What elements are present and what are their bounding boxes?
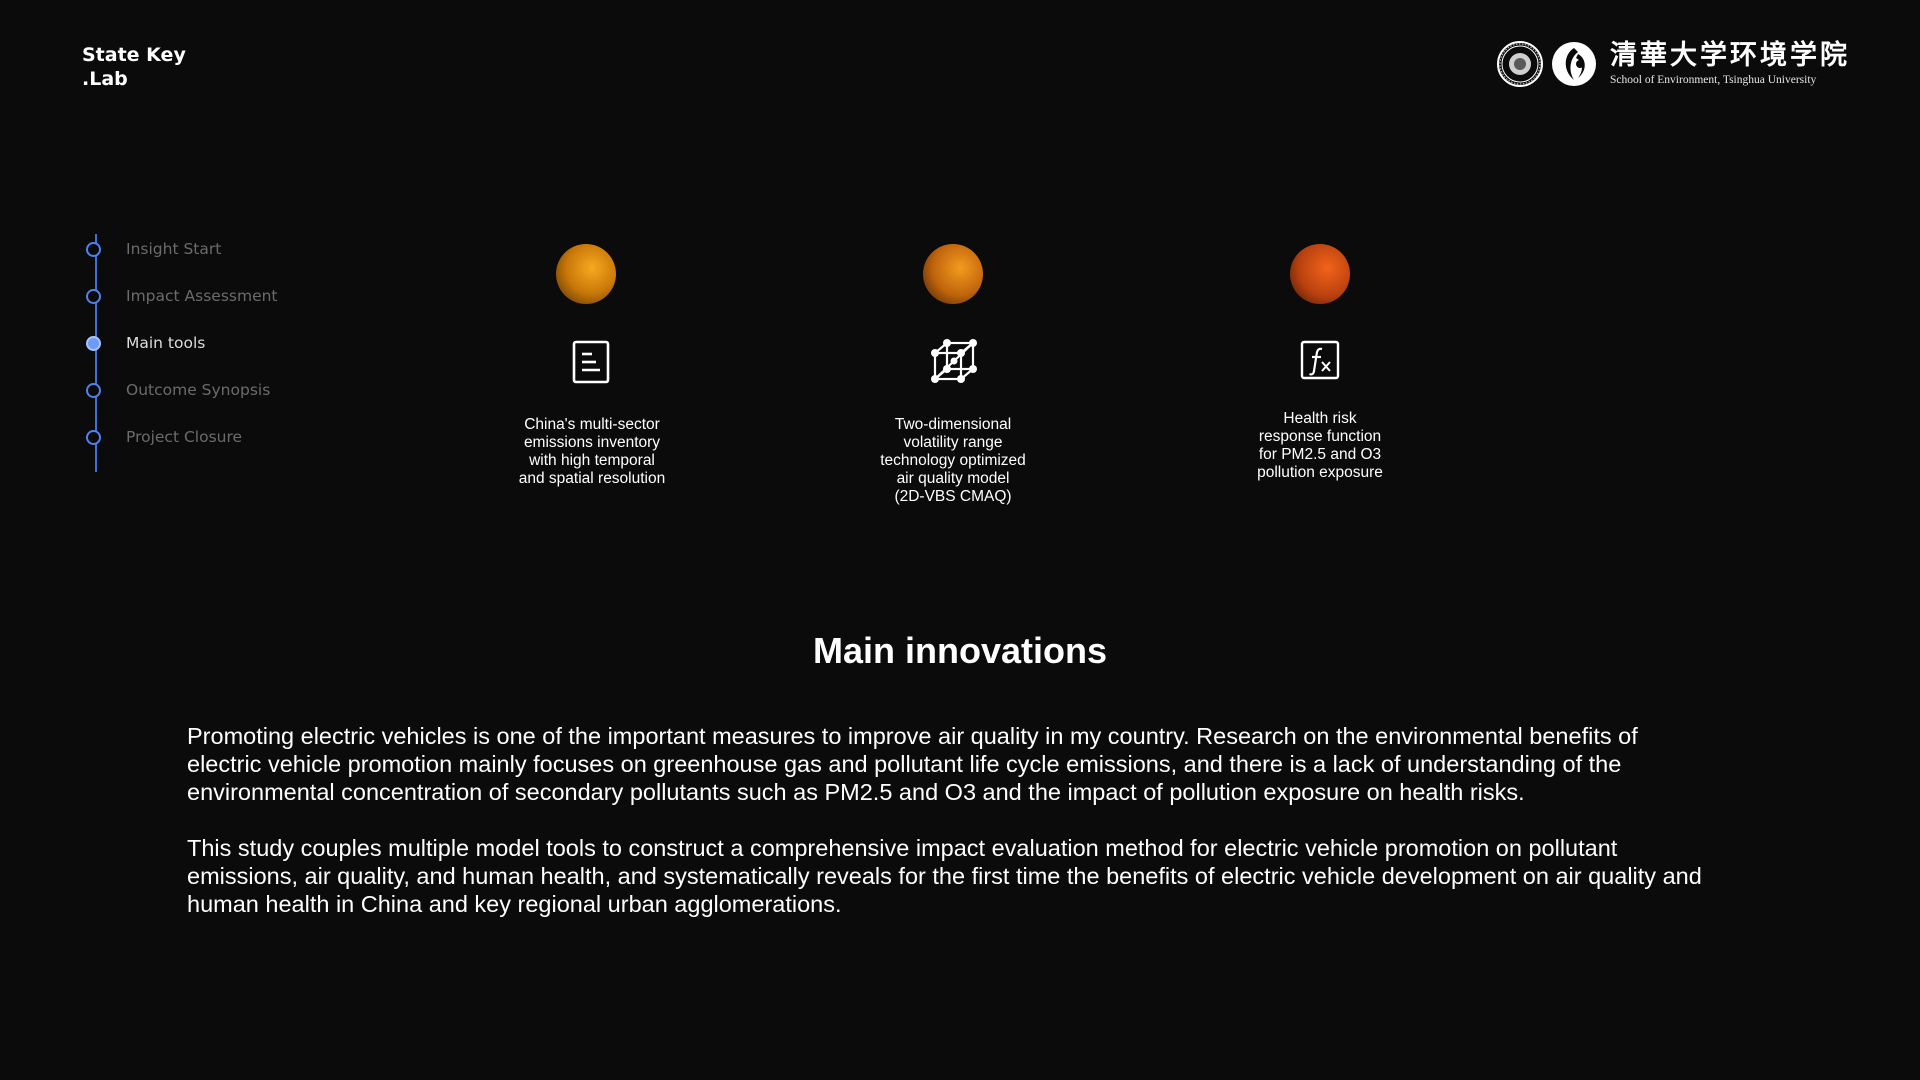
timeline-item-insight-start[interactable]: Insight Start xyxy=(86,234,221,264)
timeline-dot-icon xyxy=(86,382,101,398)
timeline-label: Main tools xyxy=(126,334,206,352)
network-cube-icon xyxy=(931,339,977,383)
paragraph-2: This study couples multiple model tools … xyxy=(187,835,1702,917)
timeline-label: Outcome Synopsis xyxy=(126,381,271,399)
university-logo: 清華大学环境学院 School of Environment, Tsinghua… xyxy=(1496,40,1850,88)
brand-logo: State Key .Lab xyxy=(82,43,186,91)
timeline-item-main-tools[interactable]: Main tools xyxy=(86,328,205,358)
logo-text: 清華大学环境学院 School of Environment, Tsinghua… xyxy=(1610,41,1850,87)
brand-line-2: .Lab xyxy=(82,68,128,90)
timeline-label: Impact Assessment xyxy=(126,287,278,305)
tool-description: Health risk response function for PM2.5 … xyxy=(1257,410,1383,481)
tool-orb xyxy=(923,244,983,304)
function-icon xyxy=(1300,340,1340,380)
tool-description: China's multi-sector emissions inventory… xyxy=(518,416,666,487)
timeline-label: Insight Start xyxy=(126,240,222,258)
tool-description: Two-dimensional volatility range technol… xyxy=(880,416,1026,505)
paragraph-1: Promoting electric vehicles is one of th… xyxy=(187,723,1638,805)
tool-orb xyxy=(1290,244,1350,304)
timeline-dot-active-icon xyxy=(86,335,101,351)
timeline-dot-icon xyxy=(86,288,101,304)
timeline-item-project-closure[interactable]: Project Closure xyxy=(86,422,242,452)
section-timeline: Insight Start Impact Assessment Main too… xyxy=(86,234,386,474)
document-icon xyxy=(572,340,610,384)
timeline-dot-icon xyxy=(86,241,101,257)
timeline-item-impact-assessment[interactable]: Impact Assessment xyxy=(86,281,278,311)
slide: State Key .Lab 清華大学环境学院 School of Enviro… xyxy=(0,0,1920,1080)
logo-name-en: School of Environment, Tsinghua Universi… xyxy=(1610,74,1817,86)
university-seal-icon xyxy=(1497,41,1543,87)
timeline-item-outcome-synopsis[interactable]: Outcome Synopsis xyxy=(86,375,270,405)
section-title: Main innovations xyxy=(812,630,1107,671)
timeline-label: Project Closure xyxy=(126,428,243,446)
school-emblem-icon xyxy=(1552,42,1596,86)
tool-orb xyxy=(556,244,616,304)
timeline-dot-icon xyxy=(86,429,101,445)
brand-line-1: State Key xyxy=(82,44,186,66)
logo-name-cn: 清華大学环境学院 xyxy=(1610,40,1850,71)
